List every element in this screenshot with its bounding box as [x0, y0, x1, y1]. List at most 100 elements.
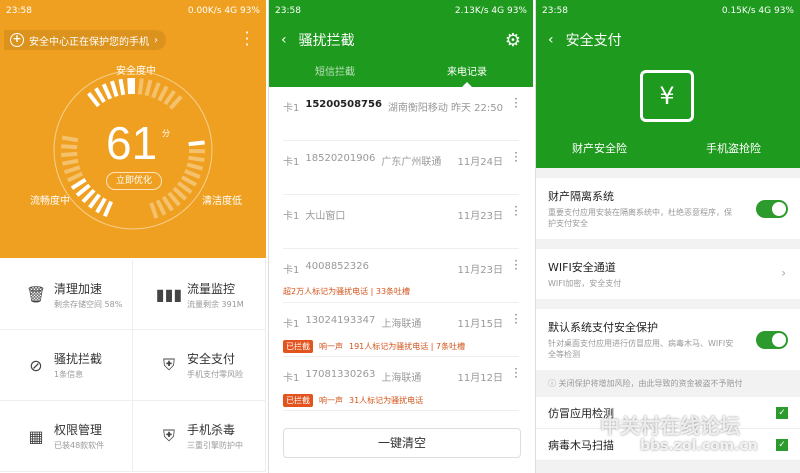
gauge-tick	[103, 200, 113, 218]
location: 广东广州联通	[381, 157, 442, 168]
tile-block[interactable]: ⊘ 骚扰拦截 1条信息	[0, 330, 133, 401]
tile-title: 流量监控	[187, 281, 236, 296]
page-title: 安全支付	[565, 33, 622, 49]
setting-wifi[interactable]: WIFI安全通道 WIFI加密，安全支付 ›	[536, 249, 800, 299]
gauge-tick	[168, 95, 183, 110]
more-icon[interactable]: · · ·	[513, 147, 519, 167]
gauge-tick	[87, 92, 101, 108]
report-note: 31人标记为骚扰电话	[349, 396, 424, 405]
bar-chart-icon: ▮▮▮	[155, 285, 183, 304]
gauge-tick	[184, 169, 201, 179]
tile-traffic[interactable]: ▮▮▮ 流量监控流量剩余 391M	[133, 260, 266, 330]
gauge-tick	[177, 181, 193, 194]
call-date: 11月23日	[457, 265, 503, 276]
score-unit: 分	[162, 129, 170, 138]
gauge-tick	[61, 158, 79, 166]
clear-all-button[interactable]: 一键清空	[283, 428, 521, 458]
more-icon[interactable]: · · ·	[513, 201, 519, 221]
call-row[interactable]: 卡1 18520201906 广东广州联通 11月24日 · · ·	[283, 141, 519, 195]
call-date: 11月23日	[457, 211, 503, 222]
checkbox-checked-icon[interactable]: ✓	[776, 438, 788, 451]
tile-sub: 手机支付零风险	[187, 370, 243, 379]
tile-payment[interactable]: ⛨ 安全支付 手机支付零风险	[133, 330, 266, 401]
optimize-button[interactable]: 立即优化	[106, 172, 162, 190]
phone-number: 13024193347	[305, 315, 376, 326]
info-icon: ⓘ	[548, 379, 556, 388]
gauge-tick	[188, 140, 205, 147]
wallet-yen-icon: ¥	[640, 70, 694, 122]
status-time: 23:58	[542, 6, 568, 16]
checkbox-checked-icon[interactable]: ✓	[776, 406, 788, 419]
sim-label: 卡1	[283, 319, 300, 330]
tile-sub: 剩余存储空间 58%	[54, 299, 123, 309]
sim-label: 卡1	[283, 373, 300, 384]
gauge-tick	[95, 197, 107, 214]
setting-title: 财产隔离系统	[548, 190, 614, 203]
protection-toggle[interactable]	[756, 330, 788, 349]
tile-sub: 已装48款软件	[54, 441, 105, 450]
tile-title: 权限管理	[54, 423, 103, 437]
status-speed: 2.13K/s	[454, 6, 489, 16]
tile-sub: 流量剩余 391M	[187, 299, 244, 309]
call-row[interactable]: 卡1 17081330263 上海联通 11月12日 · · · 已拦截 响一声 31人标记为骚…	[283, 357, 519, 411]
theft-insurance-link[interactable]: 手机盗抢险	[706, 140, 761, 156]
isolation-toggle[interactable]	[756, 199, 788, 218]
more-icon[interactable]: · · ·	[513, 255, 519, 275]
tab-calls[interactable]: 来电记录	[401, 58, 533, 87]
gauge-tick	[110, 80, 119, 98]
setting-isolation: 财产隔离系统 重要支付应用安装在隔离系统中，杜绝恶意程序，保护支付安全	[536, 178, 800, 239]
check-label: 仿冒应用检测	[548, 406, 614, 420]
status-speed: 0.15K/s	[721, 6, 756, 16]
fluency-label: 流畅度中	[30, 196, 70, 207]
blocked-badge: 已拦截	[283, 394, 313, 407]
gauge-tick	[75, 183, 91, 197]
tile-sub: 三重引擎防护中	[187, 441, 243, 450]
trash-icon: 🗑	[25, 285, 47, 304]
sim-label: 卡1	[283, 265, 300, 276]
more-icon[interactable]: · · ·	[513, 309, 519, 329]
tile-antivirus[interactable]: ⛨ 手机杀毒 三重引擎防护中	[133, 401, 266, 472]
back-icon[interactable]: ‹	[281, 32, 287, 48]
tile-title: 手机杀毒	[187, 423, 236, 437]
location: 上海联通	[381, 373, 422, 384]
gauge-tick	[137, 78, 144, 95]
call-date: 昨天 22:50	[451, 103, 503, 114]
gear-icon[interactable]: ⚙	[505, 30, 521, 51]
gauge-tick	[60, 144, 78, 150]
gauge-tick	[163, 89, 176, 106]
report-note: 超2万人标记为骚扰电话 | 33条吐槽	[283, 287, 411, 296]
back-icon[interactable]: ‹	[548, 32, 554, 48]
call-row[interactable]: 卡1 4008852326 11月23日 · · · 超2万人标记为骚扰电话 | 33条吐…	[283, 249, 519, 303]
gauge-tick	[144, 79, 153, 97]
gauge-tick	[149, 202, 159, 219]
sim-label: 卡1	[283, 211, 300, 222]
call-row[interactable]: 卡1 13024193347 上海联通 11月15日 · · · 已拦截 响一声 191人标记为…	[283, 303, 519, 357]
check-fake-app[interactable]: 仿冒应用检测 ✓	[536, 397, 800, 429]
status-bar: 23:58 2.13K/s 4G 93%	[269, 0, 533, 22]
call-row[interactable]: 卡1 15200508756 湖南衡阳移动 昨天 22:50 · · ·	[283, 87, 519, 141]
gauge-tick	[61, 135, 79, 143]
ring-label: 响一声	[319, 396, 343, 405]
gauge-tick	[61, 151, 78, 158]
sim-label: 卡1	[283, 157, 300, 168]
gauge-tick	[151, 82, 161, 99]
shield-yen-icon: ⛨	[162, 355, 175, 374]
tile-sub: 1条信息	[54, 370, 84, 379]
gauge-tick	[155, 199, 167, 216]
ring-label: 响一声	[319, 342, 343, 351]
call-date: 11月12日	[457, 373, 503, 384]
property-insurance-link[interactable]: 财产安全险	[572, 140, 627, 156]
chevron-right-icon: ›	[781, 266, 786, 280]
safety-label: 安全度中	[116, 66, 156, 77]
gauge-tick	[118, 78, 126, 96]
status-time: 23:58	[275, 6, 301, 16]
tile-cleanup[interactable]: 🗑 清理加速 剩余存储空间 58%	[0, 260, 133, 330]
gauge-tick	[172, 186, 188, 201]
call-row[interactable]: 卡1 大山窗口 11月23日 · · ·	[283, 195, 519, 249]
grid-icon: ▦	[28, 426, 44, 446]
more-icon[interactable]: · · ·	[513, 363, 519, 383]
sim-label: 卡1	[283, 103, 300, 114]
more-icon[interactable]: · · ·	[513, 93, 519, 113]
tile-permissions[interactable]: ▦ 权限管理已装48款软件	[0, 401, 133, 472]
tab-sms[interactable]: 短信拦截	[269, 58, 401, 87]
